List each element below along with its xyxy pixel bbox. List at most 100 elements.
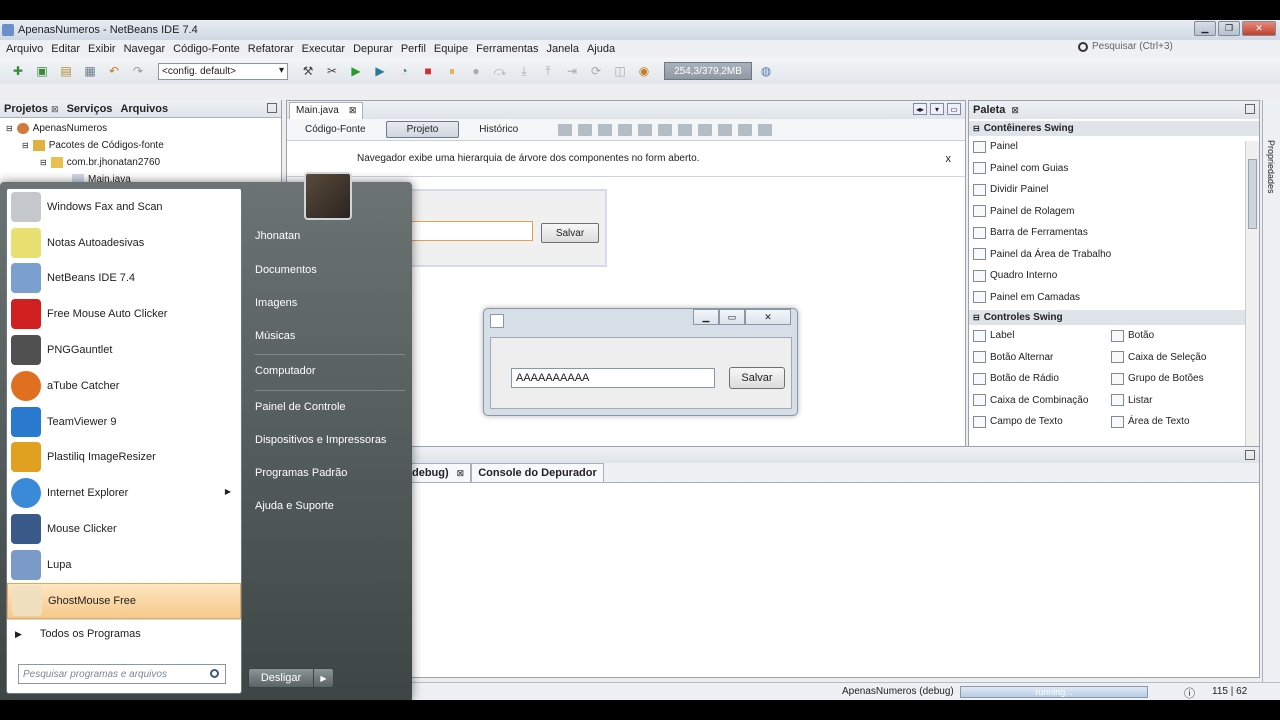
preview-design-icon[interactable] (598, 123, 613, 136)
palette-title[interactable]: Paleta (973, 104, 1005, 116)
redo-icon[interactable]: ↷ (128, 62, 148, 80)
program-item-highlighted[interactable]: GhostMouse Free (7, 582, 241, 619)
link-painel-controle[interactable]: Painel de Controle (255, 401, 346, 413)
collapse-icon[interactable]: ⊟ (40, 158, 47, 167)
align-top-icon[interactable] (678, 123, 693, 136)
shutdown-button[interactable]: Desligar (248, 668, 314, 688)
minimize-panel-icon[interactable] (267, 103, 277, 113)
connection-mode-icon[interactable] (578, 123, 593, 136)
pause-icon[interactable]: ⏸ (442, 62, 462, 80)
run-icon[interactable]: ▶ (346, 62, 366, 80)
palette-item[interactable]: Barra de Ferramentas (969, 222, 1259, 244)
center-horizontally-icon[interactable] (658, 123, 673, 136)
palette-item[interactable]: Botão Alternar (969, 347, 1107, 369)
tree-node-project[interactable]: ⊟ ApenasNumeros (0, 120, 281, 137)
link-imagens[interactable]: Imagens (255, 297, 297, 309)
maximize-button[interactable]: ❐ (1218, 21, 1240, 36)
run-to-cursor-icon[interactable]: ⇥ (562, 62, 582, 80)
tree-node-package[interactable]: ⊟ com.br.jhonatan2760 (0, 154, 281, 171)
program-item[interactable]: Mouse Clicker (7, 511, 241, 547)
palette-item[interactable]: Painel com Guias (969, 158, 1259, 180)
collapse-icon[interactable]: ⊟ (22, 141, 29, 150)
view-source-button[interactable]: Código-Fonte (295, 122, 376, 137)
menu-equipe[interactable]: Equipe (430, 43, 472, 55)
scrollbar-thumb[interactable] (1248, 159, 1257, 229)
program-item[interactable]: aTube Catcher (7, 368, 241, 404)
palette-item[interactable]: Listar (1107, 390, 1247, 412)
palette-item[interactable]: Caixa de Combinação (969, 390, 1107, 412)
link-dispositivos[interactable]: Dispositivos e Impressoras (255, 434, 386, 446)
menu-exibir[interactable]: Exibir (84, 43, 120, 55)
palette-category-containers[interactable]: ⊟ Contêineres Swing (969, 121, 1259, 136)
palette-item[interactable]: Caixa de Seleção (1107, 347, 1247, 369)
minimize-button[interactable]: ▁ (1194, 21, 1216, 36)
collapse-icon[interactable]: ⊟ (6, 124, 13, 133)
build-icon[interactable]: ⚒ (298, 62, 318, 80)
properties-tab[interactable]: Propriedades (1266, 140, 1276, 194)
tab-arquivos[interactable]: Arquivos (120, 103, 168, 115)
tab-servicos[interactable]: Serviços (67, 103, 113, 115)
menu-depurar[interactable]: Depurar (349, 43, 397, 55)
menu-refatorar[interactable]: Refatorar (244, 43, 298, 55)
menu-navegar[interactable]: Navegar (120, 43, 170, 55)
menu-executar[interactable]: Executar (298, 43, 349, 55)
profile-icon[interactable]: ◔ (394, 62, 414, 80)
palette-item[interactable]: Quadro Interno (969, 265, 1259, 287)
snapshot-icon[interactable]: ◫ (610, 62, 630, 80)
align-bottom-icon[interactable] (698, 123, 713, 136)
program-item[interactable]: Internet Explorer ▶ (7, 475, 241, 511)
open-project-icon[interactable]: ▤ (56, 62, 76, 80)
tree-node-sources[interactable]: ⊟ Pacotes de Códigos-fonte (0, 137, 281, 154)
menu-ajuda[interactable]: Ajuda (583, 43, 619, 55)
close-tab-icon[interactable]: ⊠ (349, 105, 357, 116)
tab-main-java[interactable]: Main.java ⊠ (289, 101, 364, 119)
status-progress[interactable]: running... (960, 686, 1148, 698)
palette-item[interactable]: Área de Texto (1107, 411, 1247, 433)
design-form[interactable]: Salvar (407, 189, 607, 267)
align-right-icon[interactable] (638, 123, 653, 136)
user-avatar[interactable] (304, 172, 352, 220)
app-text-field[interactable]: AAAAAAAAAA (511, 368, 715, 388)
close-tab-icon[interactable]: ⊠ (1011, 105, 1019, 116)
palette-item[interactable]: Painel (969, 136, 1259, 158)
palette-category-controls[interactable]: ⊟ Controles Swing (969, 310, 1259, 325)
debug-icon[interactable]: ▶ (370, 62, 390, 80)
palette-item[interactable]: Painel da Área de Trabalho (969, 244, 1259, 266)
garbage-collect-icon[interactable]: ◍ (756, 62, 776, 80)
palette-item[interactable]: Painel em Camadas (969, 287, 1259, 309)
save-all-icon[interactable]: ▦ (80, 62, 100, 80)
config-select[interactable]: <config. default> (158, 62, 288, 80)
maximize-button[interactable]: ▭ (719, 309, 745, 325)
scroll-tabs-left-icon[interactable]: ◂▸ (913, 103, 927, 115)
quick-search-placeholder[interactable]: Pesquisar (Ctrl+3) (1092, 41, 1272, 52)
undo-icon[interactable]: ↶ (104, 62, 124, 80)
program-item[interactable]: Plastiliq ImageResizer (7, 440, 241, 476)
minimize-button[interactable]: ▁ (693, 309, 719, 325)
step-out-icon[interactable]: ⤒ (538, 62, 558, 80)
design-text-field[interactable] (409, 221, 533, 241)
link-programas-padrao[interactable]: Programas Padrão (255, 467, 347, 479)
palette-item[interactable]: Dividir Painel (969, 179, 1259, 201)
notifications-icon[interactable]: ⓘ (1184, 685, 1195, 700)
menu-perfil[interactable]: Perfil (397, 43, 430, 55)
palette-item[interactable]: Grupo de Botões (1107, 368, 1247, 390)
tab-debugger-console[interactable]: Console do Depurador (471, 463, 604, 482)
running-app-window[interactable]: ▁ ▭ ✕ AAAAAAAAAA Salvar (483, 308, 798, 416)
link-computador[interactable]: Computador (255, 365, 316, 377)
close-tab-icon[interactable]: ⊠ (457, 468, 465, 479)
program-item[interactable]: TeamViewer 9 (7, 404, 241, 440)
link-ajuda-suporte[interactable]: Ajuda e Suporte (255, 500, 334, 512)
app-save-button[interactable]: Salvar (729, 367, 785, 389)
menu-codigo-fonte[interactable]: Código-Fonte (169, 43, 244, 55)
palette-scrollbar[interactable] (1245, 141, 1259, 461)
program-item[interactable]: Free Mouse Auto Clicker (7, 296, 241, 332)
resize-vertical-icon[interactable] (758, 123, 773, 136)
palette-item[interactable]: Campo de Texto (969, 411, 1107, 433)
memory-indicator[interactable]: 254,3/379,2MB (664, 62, 752, 80)
search-icon[interactable] (210, 669, 219, 678)
menu-ferramentas[interactable]: Ferramentas (472, 43, 542, 55)
palette-item[interactable]: Label (969, 325, 1107, 347)
maximize-editor-icon[interactable]: ▭ (947, 103, 961, 115)
align-left-icon[interactable] (618, 123, 633, 136)
program-item[interactable]: Windows Fax and Scan (7, 189, 241, 225)
